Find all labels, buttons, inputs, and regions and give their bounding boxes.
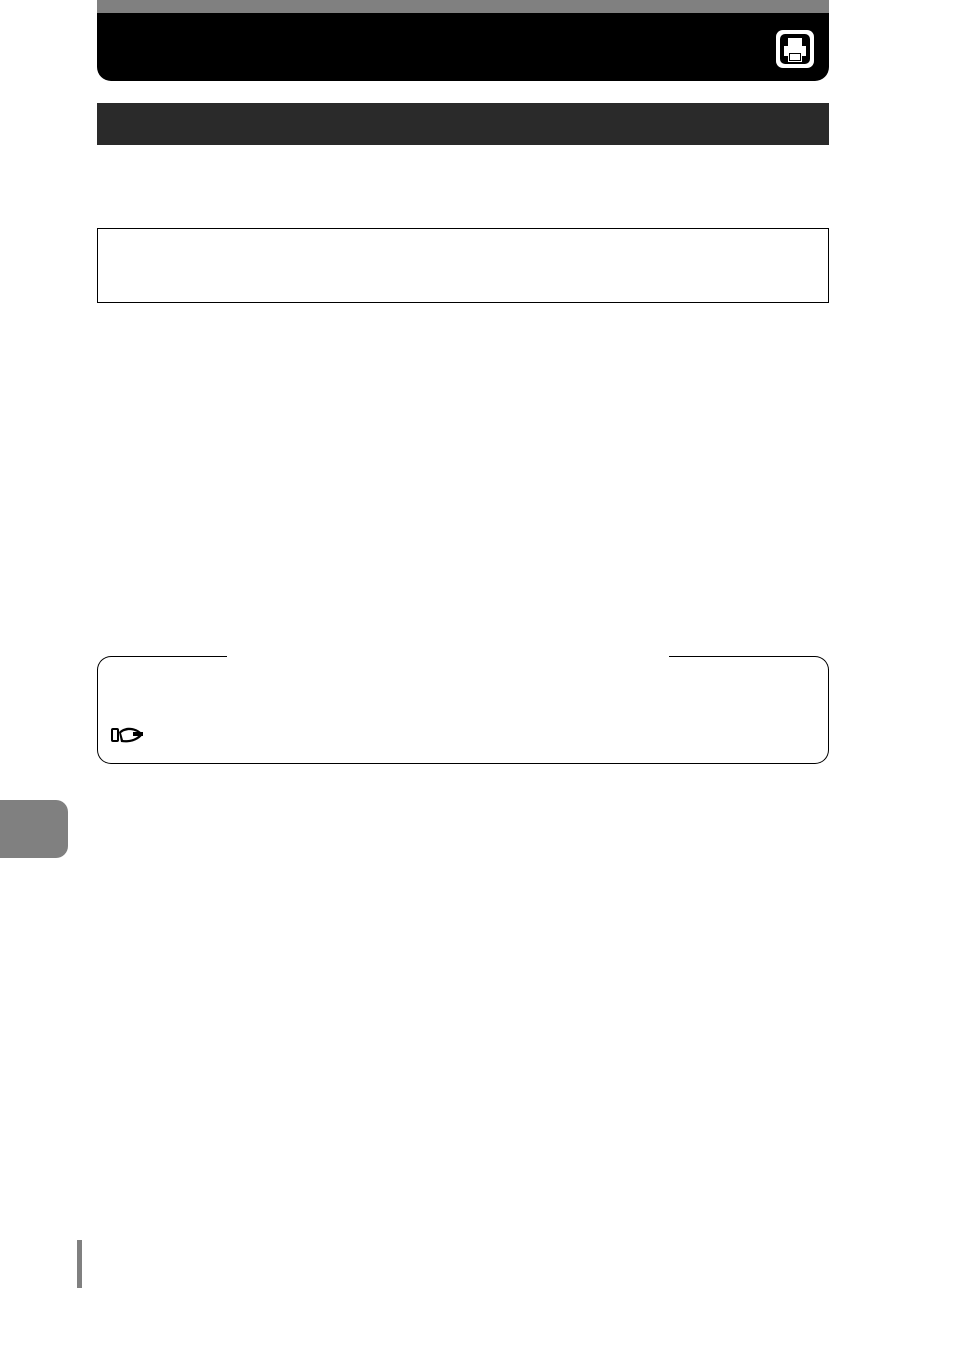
printer-icon bbox=[775, 29, 815, 69]
note-box bbox=[97, 228, 829, 303]
callout-border-top-left bbox=[97, 656, 227, 670]
point-hand-icon bbox=[111, 724, 145, 746]
callout-border-top-right bbox=[669, 656, 829, 670]
reference-callout bbox=[97, 646, 829, 764]
page-root bbox=[0, 0, 954, 1357]
top-gray-bar bbox=[97, 0, 829, 13]
callout-body bbox=[97, 669, 829, 764]
chapter-header bbox=[97, 13, 829, 81]
footer-rule bbox=[77, 1240, 82, 1288]
section-heading-band bbox=[97, 103, 829, 145]
chapter-side-tab bbox=[0, 800, 68, 858]
